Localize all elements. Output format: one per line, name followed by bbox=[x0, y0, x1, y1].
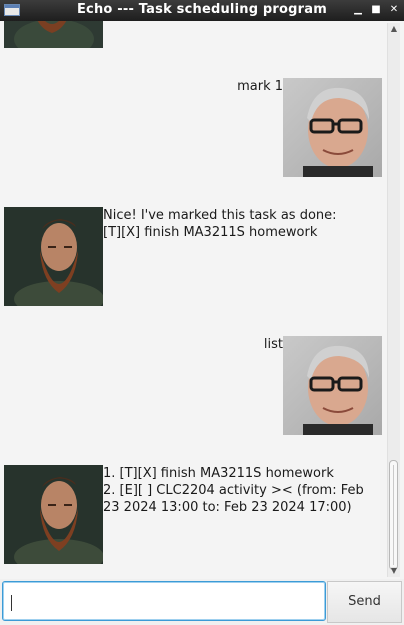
user-avatar bbox=[283, 78, 382, 177]
scroll-up-icon[interactable]: ▲ bbox=[388, 23, 400, 35]
minimize-icon[interactable]: ▁ bbox=[351, 3, 365, 17]
bot-avatar bbox=[4, 207, 103, 306]
bot-message-line: [T][X] finish MA3211S homework bbox=[103, 225, 318, 240]
user-avatar bbox=[283, 336, 382, 435]
bot-avatar bbox=[4, 465, 103, 564]
bot-message-line: Nice! I've marked this task as done: bbox=[103, 208, 337, 223]
dialog-scroll-pane[interactable]: mark 1 Nice! I've marked this task as do… bbox=[0, 21, 404, 579]
user-message-text: list bbox=[263, 337, 283, 352]
bot-avatar bbox=[4, 21, 103, 48]
send-button[interactable]: Send bbox=[327, 581, 402, 623]
bot-message-line: 23 2024 13:00 to: Feb 23 2024 17:00) bbox=[103, 500, 352, 515]
bot-message-line: 2. [E][ ] CLC2204 activity >< (from: Feb bbox=[103, 483, 364, 498]
user-message-text: mark 1 bbox=[237, 79, 283, 94]
scrollbar-thumb[interactable] bbox=[389, 460, 398, 570]
window-title: Echo --- Task scheduling program bbox=[76, 2, 328, 17]
scroll-down-icon[interactable]: ▼ bbox=[388, 565, 400, 577]
title-bar[interactable]: Echo --- Task scheduling program ▁ ■ ✕ bbox=[0, 0, 404, 21]
input-bar: Send bbox=[0, 579, 404, 625]
maximize-icon[interactable]: ■ bbox=[369, 3, 383, 17]
close-icon[interactable]: ✕ bbox=[387, 3, 401, 17]
bot-message-line: 1. [T][X] finish MA3211S homework bbox=[103, 466, 334, 481]
text-caret bbox=[11, 595, 12, 611]
app-window: Echo --- Task scheduling program ▁ ■ ✕ m… bbox=[0, 0, 404, 625]
user-input-field[interactable] bbox=[2, 581, 326, 621]
vertical-scrollbar[interactable]: ▲ ▼ bbox=[387, 23, 400, 577]
